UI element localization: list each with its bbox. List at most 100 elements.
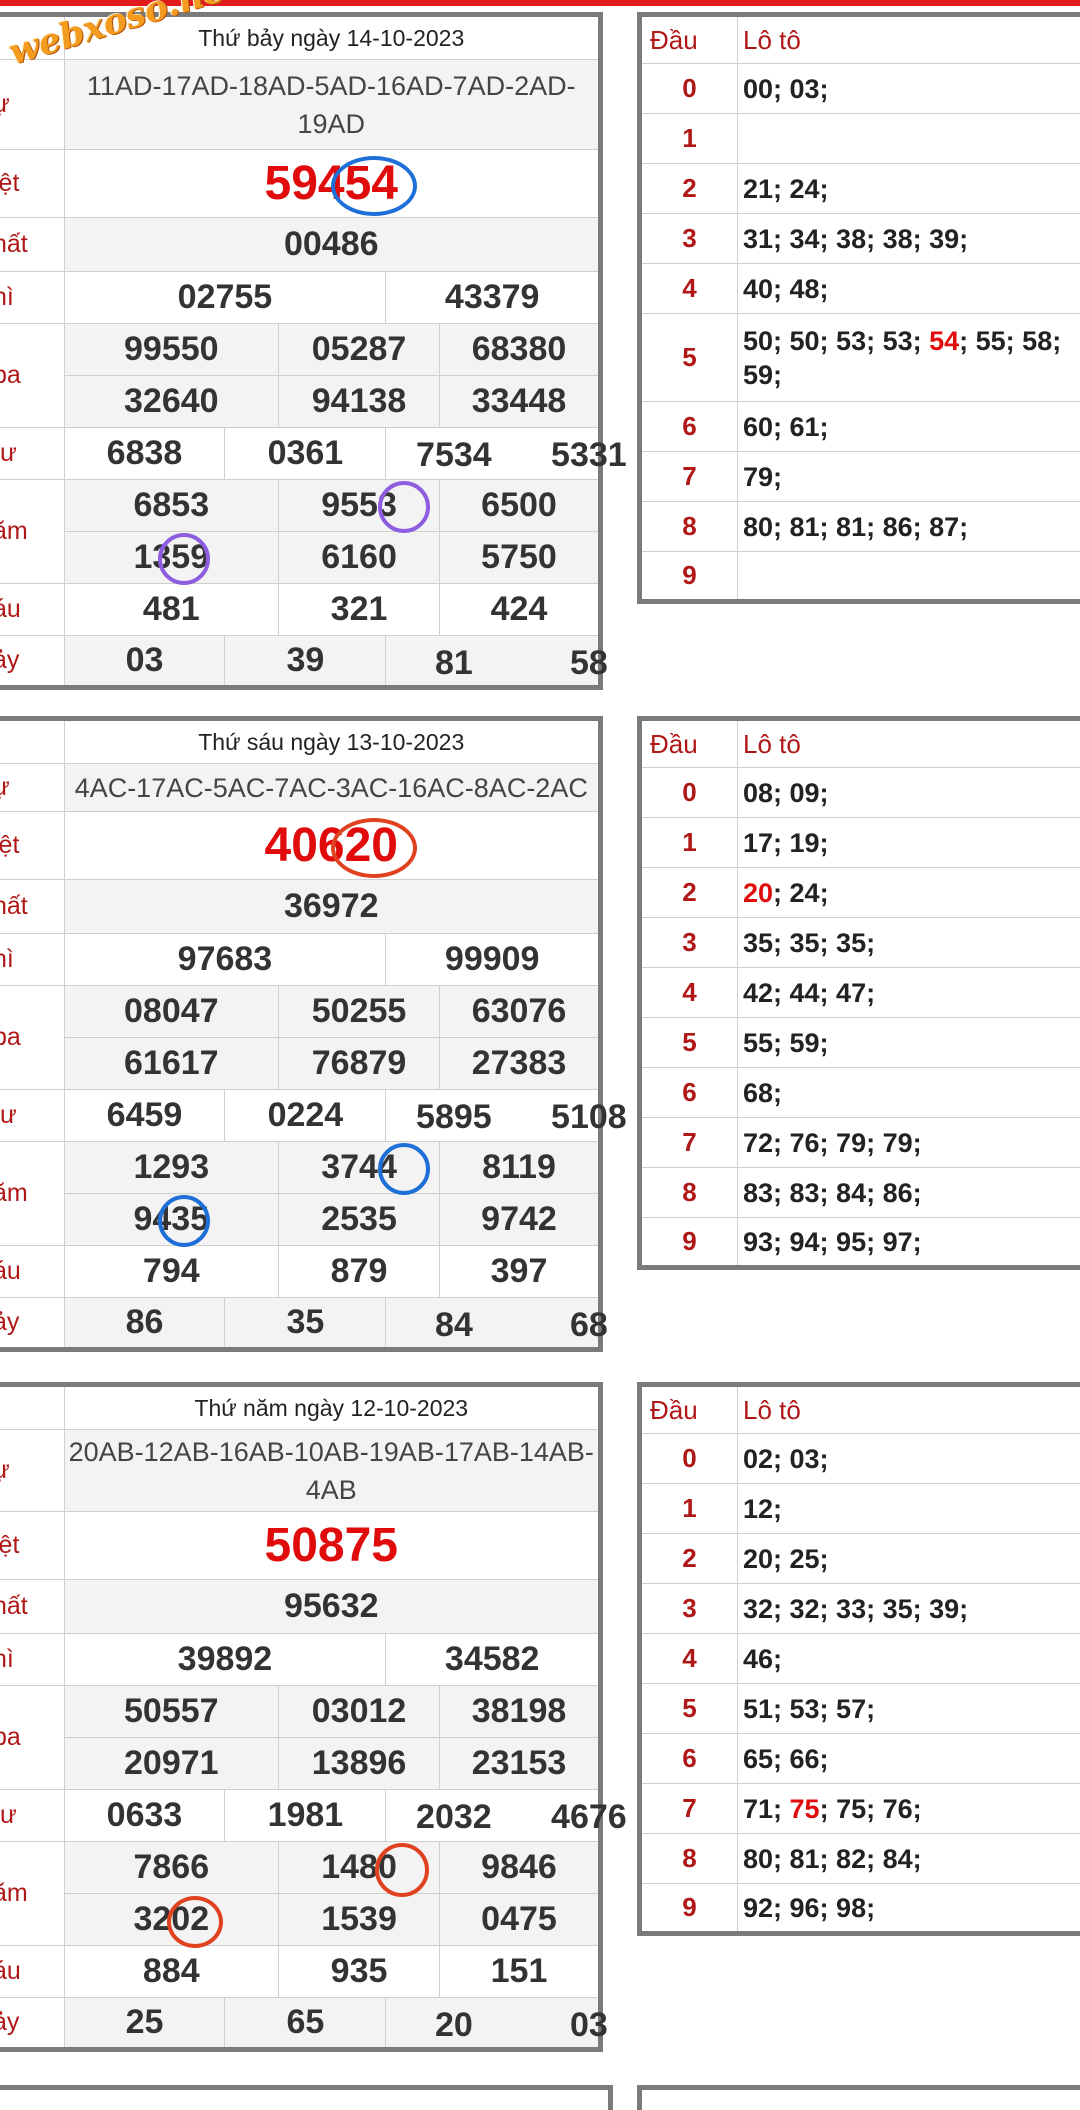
loto-head: 7 (640, 1118, 738, 1168)
loto-tails (738, 114, 1080, 164)
loto-head: 1 (640, 818, 738, 868)
label-sau: áu (0, 595, 21, 624)
label-ba: ba (0, 361, 21, 390)
label-tu: tư (0, 1801, 17, 1830)
seventh-prize: 68 (521, 1306, 656, 1345)
loto-tails: 35; 35; 35; (738, 918, 1080, 968)
loto-head: 8 (640, 1168, 738, 1218)
loto-head: 2 (640, 868, 738, 918)
loto-tails: 51; 53; 57; (738, 1684, 1080, 1734)
label-nhi: hì (0, 1645, 14, 1674)
label-tu: tư (0, 1101, 17, 1130)
sixth-prize: 424 (440, 584, 601, 636)
label-nhat: hất (0, 1592, 28, 1621)
sixth-prize: 794 (64, 1246, 279, 1298)
first-prize: 95632 (64, 1580, 600, 1634)
loto-tails: 12; (738, 1484, 1080, 1534)
loto-head: 6 (640, 1068, 738, 1118)
label-ky-hieu: ự (0, 90, 10, 119)
loto-tails: 72; 76; 79; 79; (738, 1118, 1080, 1168)
loto-tails: 55; 59; (738, 1018, 1080, 1068)
loto-tails: 65; 66; (738, 1734, 1080, 1784)
fourth-prize: 1981 (225, 1790, 386, 1842)
loto-head: 3 (640, 214, 738, 264)
fifth-prize: 1359 (133, 538, 209, 576)
second-prize: 99909 (386, 934, 601, 986)
first-prize: 00486 (64, 218, 600, 272)
seventh-prize: 86 (64, 1298, 225, 1350)
seventh-prize: 58 (521, 644, 656, 683)
seventh-prize: 35 (225, 1298, 386, 1350)
loto-tails: 00; 03; (738, 64, 1080, 114)
loto-tails: 79; (738, 452, 1080, 502)
loto-tails: 80; 81; 81; 86; 87; (738, 502, 1080, 552)
next-results-frame (0, 2085, 613, 2110)
loto-tails: 83; 83; 84; 86; (738, 1168, 1080, 1218)
code-list: 20AB-12AB-16AB-10AB-19AB-17AB-14AB-4AB (64, 1430, 600, 1512)
loto-tails: 02; 03; (738, 1434, 1080, 1484)
loto-tails: 20; 24; (738, 868, 1080, 918)
loto-header-loto: Lô tô (738, 15, 1080, 64)
label-bay: ảy (0, 646, 19, 675)
fourth-prize: 7534 (386, 436, 521, 475)
third-prize: 94138 (279, 376, 440, 428)
fourth-prize: 0224 (225, 1090, 386, 1142)
third-prize: 13896 (279, 1738, 440, 1790)
third-prize: 61617 (64, 1038, 279, 1090)
loto-head: 6 (640, 402, 738, 452)
sixth-prize: 321 (279, 584, 440, 636)
label-sau: áu (0, 1957, 21, 1986)
fourth-prize: 6838 (64, 428, 225, 480)
loto-head: 0 (640, 64, 738, 114)
fifth-prize: 7866 (64, 1842, 279, 1894)
third-prize: 50557 (64, 1686, 279, 1738)
loto-head: 9 (640, 552, 738, 602)
loto-head: 1 (640, 114, 738, 164)
loto-head: 9 (640, 1884, 738, 1934)
loto-tails: 40; 48; (738, 264, 1080, 314)
loto-tails-part: ; 75; 76; (820, 1794, 922, 1824)
seventh-prize: 39 (225, 636, 386, 688)
fifth-prize: 3744 (321, 1148, 397, 1186)
loto-head: 5 (640, 314, 738, 402)
sixth-prize: 884 (64, 1946, 279, 1998)
loto-head: 9 (640, 1218, 738, 1268)
third-prize: 38198 (440, 1686, 601, 1738)
loto-special-highlight: 54 (929, 326, 959, 356)
third-prize: 32640 (64, 376, 279, 428)
loto-special-highlight: 75 (790, 1794, 820, 1824)
seventh-prize: 03 (64, 636, 225, 688)
seventh-prize: 20 (386, 2006, 521, 2045)
third-prize: 63076 (440, 986, 601, 1038)
loto-tails: 80; 81; 82; 84; (738, 1834, 1080, 1884)
second-prize: 97683 (64, 934, 386, 986)
special-prize: 59454 (265, 157, 398, 210)
label-ba: ba (0, 1023, 21, 1052)
fifth-prize: 6500 (440, 480, 601, 532)
draw-title: Thứ sáu ngày 13-10-2023 (64, 719, 600, 764)
fifth-prize: 0475 (440, 1894, 601, 1946)
third-prize: 99550 (64, 324, 279, 376)
loto-header-dau: Đầu (640, 15, 738, 64)
label-ky-hieu: ự (0, 1456, 10, 1485)
third-prize: 50255 (279, 986, 440, 1038)
second-prize: 39892 (64, 1634, 386, 1686)
results-table-1: Thứ sáu ngày 13-10-2023 ự4AC-17AC-5AC-7A… (0, 716, 603, 1352)
loto-head: 8 (640, 1834, 738, 1884)
loto-header-loto: Lô tô (738, 1385, 1080, 1434)
loto-tails: 68; (738, 1068, 1080, 1118)
loto-head: 2 (640, 1534, 738, 1584)
label-dac-biet: iệt (0, 169, 19, 198)
loto-tails-part: 71; (743, 1794, 790, 1824)
fifth-prize: 5750 (440, 532, 601, 584)
loto-head: 4 (640, 264, 738, 314)
seventh-prize: 84 (386, 1306, 521, 1345)
label-ba: ba (0, 1723, 21, 1752)
loto-head: 0 (640, 768, 738, 818)
code-list: 11AD-17AD-18AD-5AD-16AD-7AD-2AD-19AD (64, 60, 600, 150)
label-nam: ăm (0, 1179, 28, 1208)
sixth-prize: 397 (440, 1246, 601, 1298)
loto-head: 7 (640, 1784, 738, 1834)
loto-tails: 20; 25; (738, 1534, 1080, 1584)
loto-tails: 21; 24; (738, 164, 1080, 214)
